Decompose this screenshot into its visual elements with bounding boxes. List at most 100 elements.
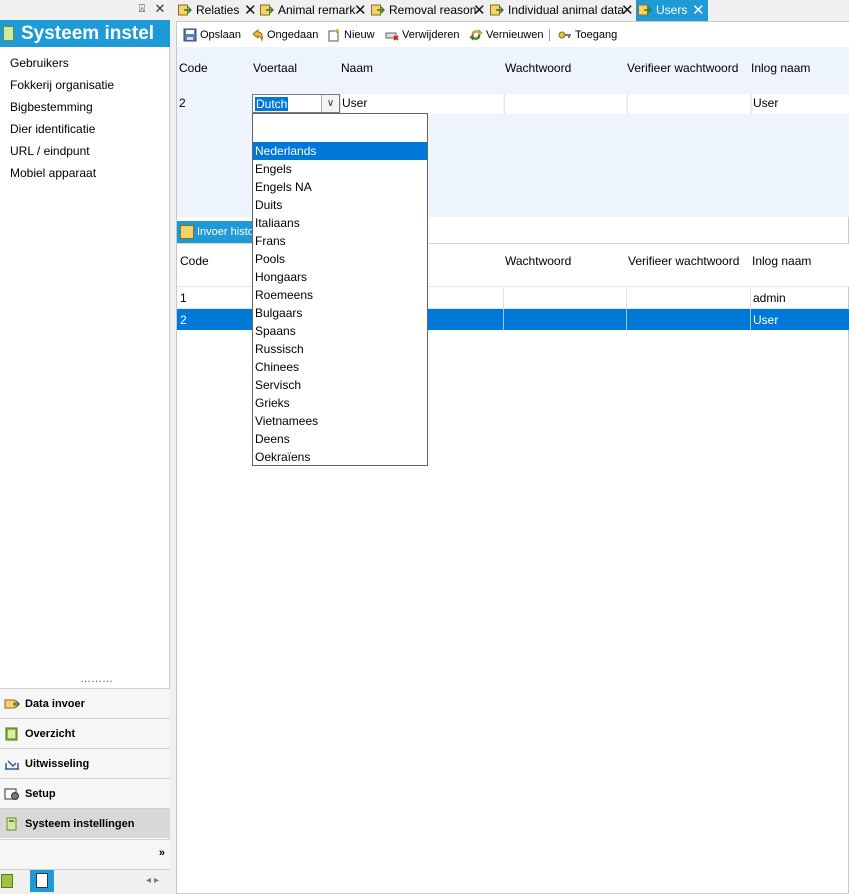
nav-item-mobiel-apparaat[interactable]: Mobiel apparaat [0,162,170,184]
tab-label: Relaties [196,3,240,17]
save-label: Opslaan [200,29,241,41]
dropdown-option[interactable]: Deens [253,430,427,448]
close-tab-icon[interactable]: ✕ [354,0,367,21]
left-bottom-bar: ◂▸ [0,869,170,894]
inlog-naam-field[interactable]: User [751,94,849,114]
section-systeem-instellingen[interactable]: Systeem instellingen [0,808,170,838]
dropdown-option[interactable]: Pools [253,250,427,268]
history-header-inlog: Inlog naam [752,254,812,268]
voertaal-select[interactable]: Dutch ∨ [252,94,340,113]
history-label: Invoer historie [197,226,257,238]
selected-book-button[interactable] [30,870,54,892]
tab-bar: Relaties ✕ Animal remark ✕ Removal reaso… [176,0,849,21]
header-verifieer-wachtwoord: Verifieer wachtwoord [627,61,739,75]
dropdown-empty-option[interactable] [253,114,427,132]
nav-item-gebruikers[interactable]: Gebruikers [0,52,170,74]
tab-document-icon [178,4,192,16]
panel-title: Systeem instel [0,20,170,47]
new-button[interactable]: Nieuw [327,27,375,43]
floppy-disk-icon [183,28,197,42]
tab-animal-remark[interactable]: Animal remark ✕ [258,0,369,21]
nav-item-dier-identificatie[interactable]: Dier identificatie [0,118,170,140]
section-list: Data invoer Overzicht Uitwisseling Setup… [0,688,170,838]
history-header-verifieer: Verifieer wachtwoord [628,254,740,268]
tab-removal-reason[interactable]: Removal reason ✕ [369,0,488,21]
verifieer-wachtwoord-field[interactable] [627,94,750,114]
tab-label: Individual animal data [508,3,625,17]
tab-individual-animal-data[interactable]: Individual animal data ✕ [488,0,636,21]
voertaal-dropdown-list[interactable]: Nederlands Engels Engels NA Duits Italia… [252,113,428,466]
tab-document-icon [260,4,274,16]
tab-document-icon [638,4,652,16]
dropdown-option[interactable]: Hongaars [253,268,427,286]
dropdown-option[interactable]: Engels [253,160,427,178]
scroll-arrows[interactable]: ◂▸ [146,875,162,886]
pin-icon[interactable]: ⍓ [136,2,148,16]
access-button[interactable]: Toegang [558,27,617,43]
section-label: Setup [25,788,56,800]
chevron-down-icon[interactable]: ∨ [321,95,339,112]
dropdown-option[interactable]: Chinees [253,358,427,376]
column-divider [626,287,627,309]
settings-nav-list: Gebruikers Fokkerij organisatie Bigbeste… [0,52,170,184]
naam-field[interactable]: User [340,94,503,114]
inlog-value: User [753,96,779,110]
history-toggle[interactable]: Invoer historie [177,221,257,243]
left-panel: ⍓ ✕ Systeem instel Gebruikers Fokkerij o… [0,0,170,894]
data-entry-icon [4,699,20,709]
delete-button[interactable]: Verwijderen [385,27,459,43]
dropdown-option[interactable]: Nederlands [253,142,427,160]
nav-item-fokkerij-organisatie[interactable]: Fokkerij organisatie [0,74,170,96]
small-book-icon[interactable] [1,874,13,888]
chevron-double-right-icon[interactable]: » [159,847,165,859]
undo-arrow-icon [252,28,263,42]
column-divider [626,309,627,331]
dropdown-option[interactable]: Italiaans [253,214,427,232]
tab-document-icon [490,4,504,16]
close-tab-icon[interactable]: ✕ [244,0,257,21]
splitter-handle[interactable]: ……… [80,674,120,685]
header-inlog-naam: Inlog naam [751,61,811,75]
wachtwoord-field[interactable] [504,94,626,114]
nav-item-url-eindpunt[interactable]: URL / eindpunt [0,140,170,162]
dropdown-option[interactable]: Duits [253,196,427,214]
save-button[interactable]: Opslaan [183,27,241,43]
dropdown-option[interactable]: Bulgaars [253,304,427,322]
dropdown-option[interactable]: Servisch [253,376,427,394]
section-data-invoer[interactable]: Data invoer [0,688,170,718]
tab-relaties[interactable]: Relaties ✕ [176,0,258,21]
refresh-label: Vernieuwen [486,29,544,41]
dropdown-option[interactable]: Spaans [253,322,427,340]
header-wachtwoord: Wachtwoord [505,61,572,75]
section-overzicht[interactable]: Overzicht [0,718,170,748]
undo-button[interactable]: Ongedaan [250,27,318,43]
close-panel-icon[interactable]: ✕ [153,1,167,17]
nav-item-bigbestemming[interactable]: Bigbestemming [0,96,170,118]
dropdown-option[interactable]: Engels NA [253,178,427,196]
key-icon [558,31,571,39]
dropdown-option[interactable]: Roemeens [253,286,427,304]
section-uitwisseling[interactable]: Uitwisseling [0,748,170,778]
close-tab-icon[interactable]: ✕ [473,0,486,21]
dropdown-option[interactable]: Russisch [253,340,427,358]
dropdown-option[interactable]: Grieks [253,394,427,412]
section-setup[interactable]: Setup [0,778,170,808]
tab-document-icon [371,4,385,16]
refresh-button[interactable]: Vernieuwen [469,27,544,43]
left-panel-header: ⍓ ✕ [0,0,170,20]
undo-label: Ongedaan [267,29,319,41]
dropdown-option[interactable]: Oekraïens [253,448,427,466]
row-inlog: admin [753,291,786,305]
history-header-code: Code [180,254,209,268]
voertaal-value: Dutch [255,97,289,111]
dropdown-option[interactable]: Frans [253,232,427,250]
exchange-icon [5,760,19,770]
dropdown-option[interactable]: Vietnamees [253,412,427,430]
close-tab-icon[interactable]: ✕ [621,0,634,21]
code-value: 2 [179,96,186,110]
header-voertaal: Voertaal [253,61,298,75]
tab-users[interactable]: Users ✕ [636,0,708,21]
history-icon [180,225,194,239]
close-tab-icon[interactable]: ✕ [692,0,705,21]
delete-label: Verwijderen [402,29,460,41]
